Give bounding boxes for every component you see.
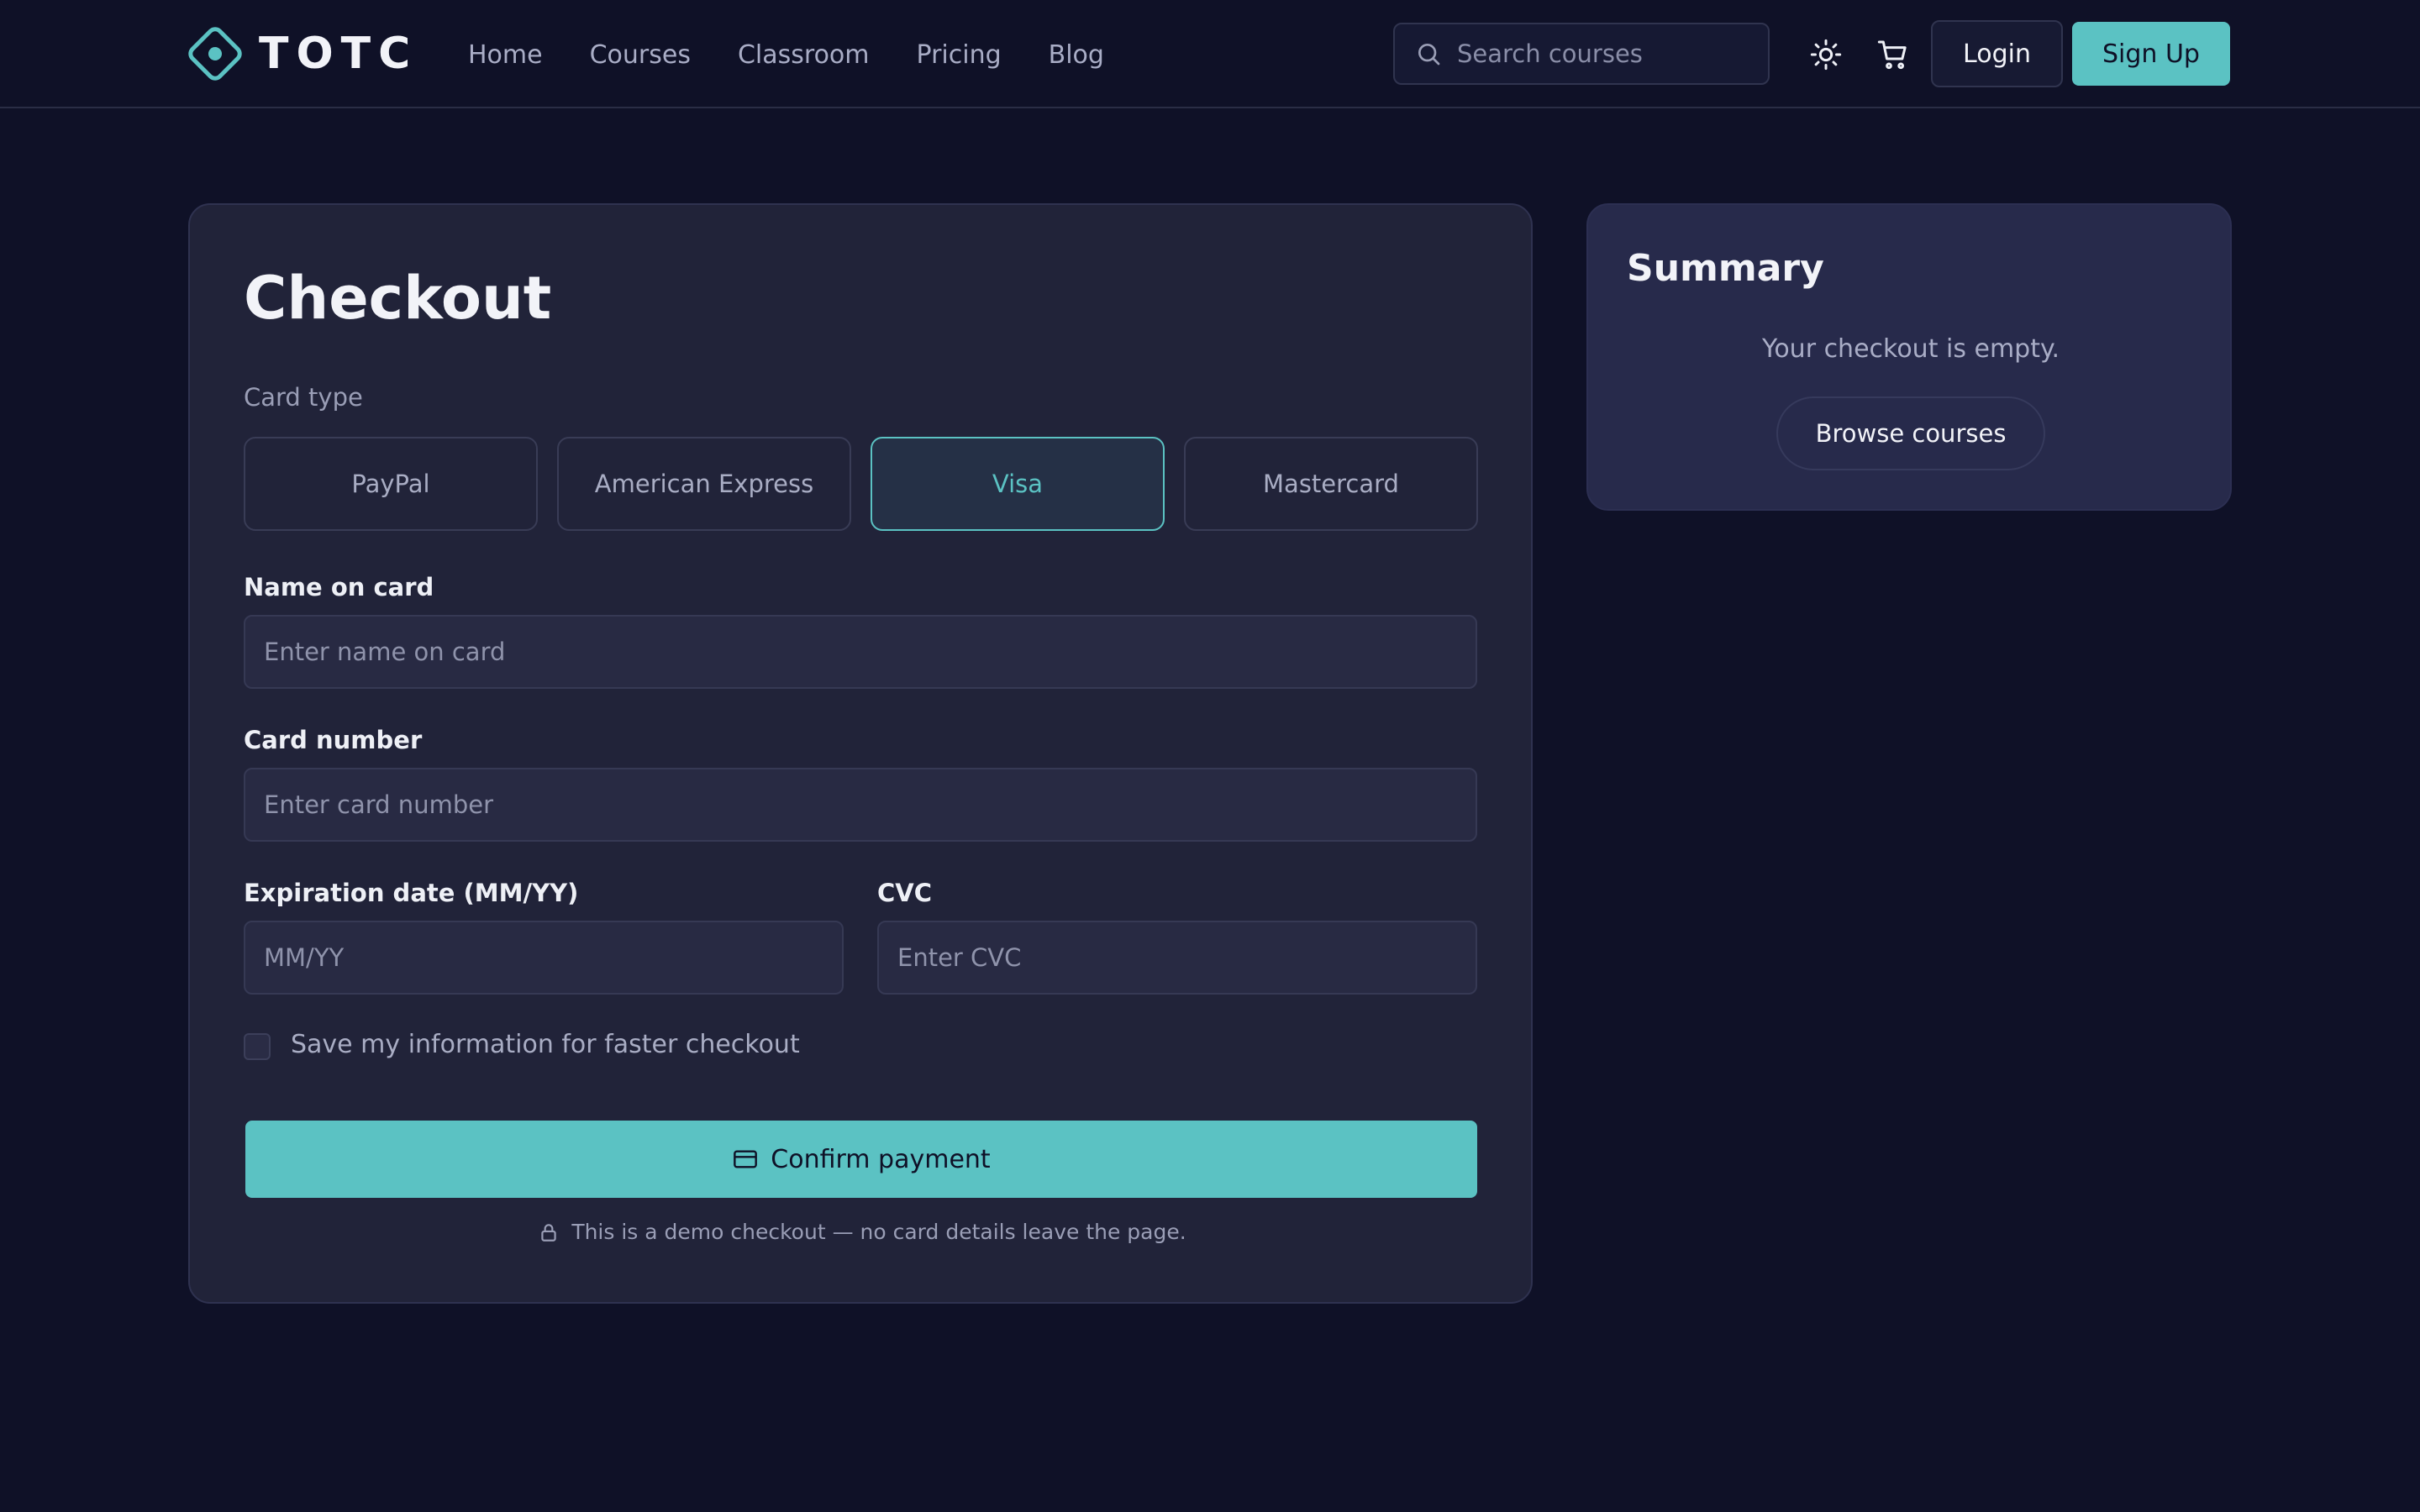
save-info-label[interactable]: Save my information for faster checkout [291,1030,800,1059]
browse-courses-button[interactable]: Browse courses [1776,396,2045,470]
cvc-input[interactable] [897,943,1476,972]
card-type-american-express[interactable]: American Express [557,437,851,531]
name-on-card-label: Name on card [244,573,434,601]
save-info-checkbox[interactable] [244,1033,271,1060]
card-type-visa[interactable]: Visa [871,437,1165,531]
nav-item-home[interactable]: Home [468,40,543,70]
demo-note-text: This is a demo checkout — no card detail… [571,1220,1186,1244]
card-number-field [244,768,1477,842]
name-on-card-input[interactable] [264,638,1476,666]
nav-item-classroom[interactable]: Classroom [738,40,870,70]
expiration-date-input[interactable] [264,943,842,972]
summary-card: Summary Your checkout is empty. Browse c… [1586,203,2232,511]
name-on-card-field [244,615,1477,689]
summary-title: Summary [1627,247,1824,290]
expiration-date-field [244,921,844,995]
brand-name: TOTC [259,29,418,79]
brand-logo[interactable]: TOTC [182,20,418,87]
signup-button[interactable]: Sign Up [2072,22,2230,86]
confirm-payment-button[interactable]: Confirm payment [245,1121,1477,1198]
nav-item-pricing[interactable]: Pricing [917,40,1002,70]
card-type-paypal[interactable]: PayPal [244,437,538,531]
card-number-label: Card number [244,726,423,754]
main-nav: Home Courses Classroom Pricing Blog [468,34,1151,76]
confirm-payment-label: Confirm payment [771,1144,991,1174]
demo-note: This is a demo checkout — no card detail… [190,1220,1534,1244]
cart-icon [1877,40,1907,70]
nav-item-blog[interactable]: Blog [1049,40,1104,70]
login-button[interactable]: Login [1931,20,2063,87]
search-box [1393,23,1770,85]
card-type-label: Card type [244,383,363,412]
theme-toggle-button[interactable] [1808,37,1844,72]
search-icon [1418,44,1440,66]
credit-card-icon [734,1150,758,1168]
lock-icon [541,1223,556,1242]
cvc-field [877,921,1477,995]
cvc-label: CVC [877,879,933,907]
card-type-mastercard[interactable]: Mastercard [1184,437,1478,531]
nav-item-courses[interactable]: Courses [590,40,691,70]
top-navbar: TOTC Home Courses Classroom Pricing Blog… [0,0,2420,108]
cart-button[interactable] [1876,37,1911,72]
page-title: Checkout [244,264,552,333]
search-input[interactable] [1457,39,1760,68]
sun-icon [1810,39,1842,71]
card-number-input[interactable] [264,790,1476,819]
expiration-date-label: Expiration date (MM/YY) [244,879,579,907]
logo-icon [188,27,242,81]
summary-empty-text: Your checkout is empty. [1761,334,2060,364]
checkout-card: Checkout Card type PayPal American Expre… [188,203,1533,1304]
